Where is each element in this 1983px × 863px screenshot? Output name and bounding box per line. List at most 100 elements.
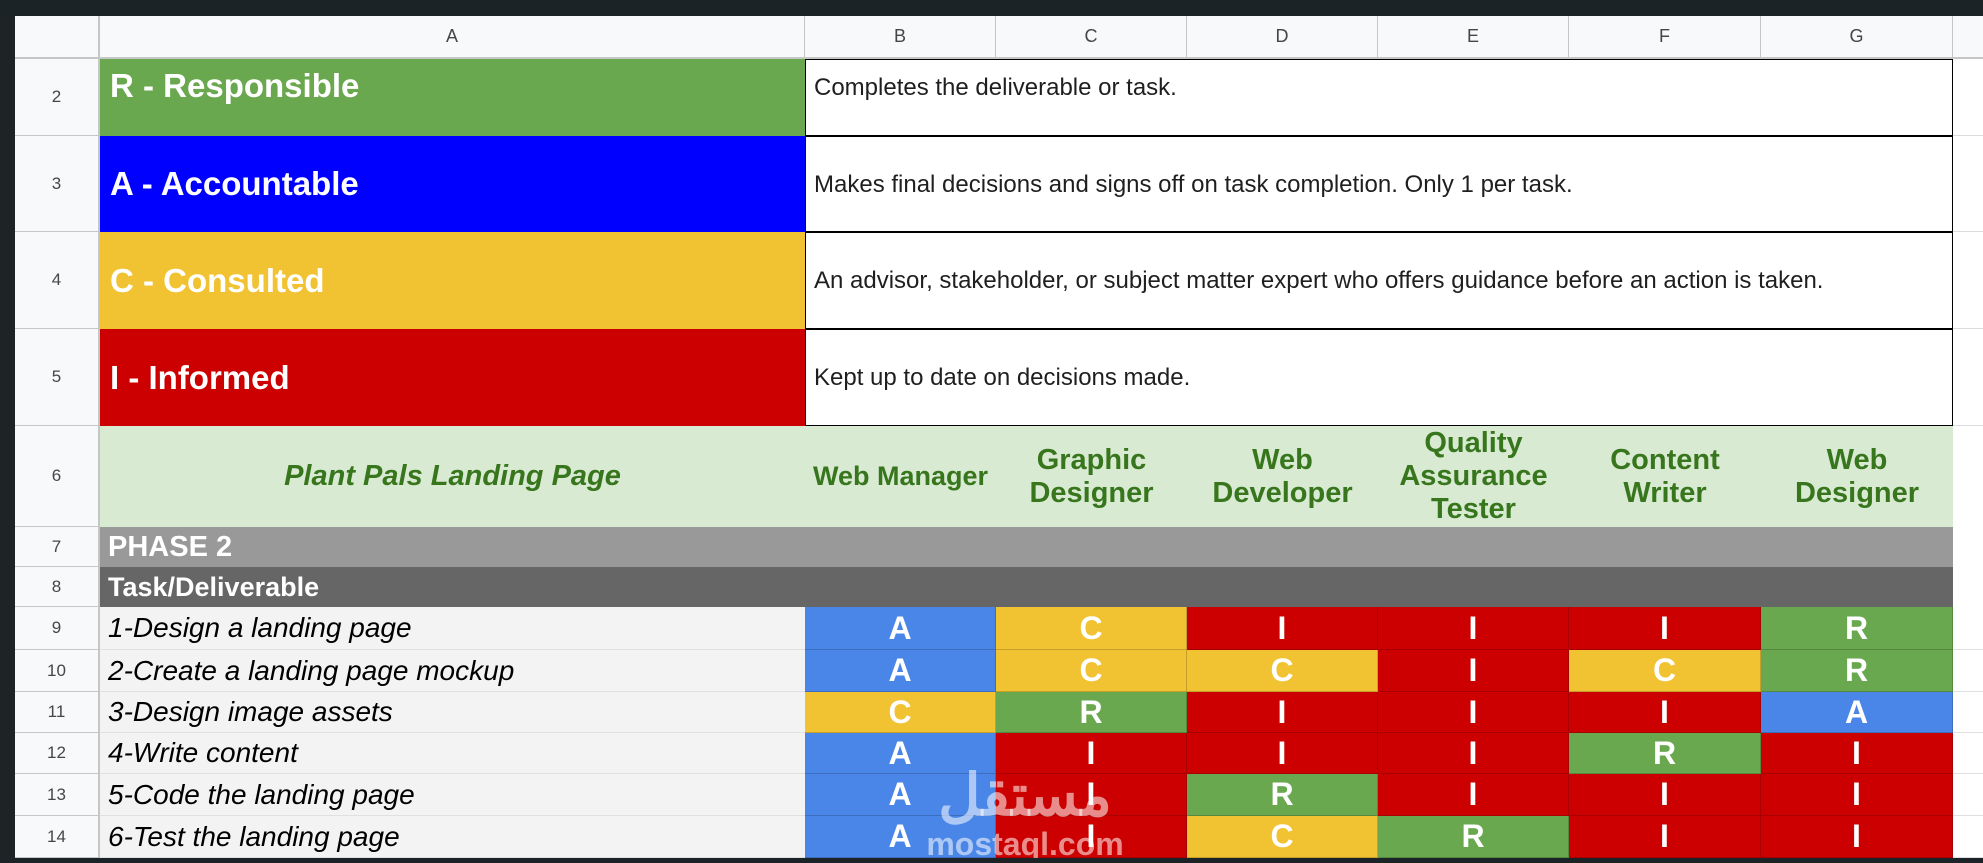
raci-cell-qa-tester[interactable]: R bbox=[1378, 816, 1569, 858]
raci-cell-web-developer[interactable]: R bbox=[1187, 774, 1378, 816]
raci-cell-web-developer[interactable]: C bbox=[1187, 816, 1378, 858]
row-header-11[interactable]: 11 bbox=[15, 692, 100, 733]
header-web-developer[interactable]: Web Developer bbox=[1187, 426, 1378, 527]
overflow-cell bbox=[1953, 692, 1983, 733]
raci-cell-web-manager[interactable]: A bbox=[805, 607, 996, 650]
phase-label[interactable]: PHASE 2 bbox=[100, 527, 1953, 567]
raci-cell-graphic-designer[interactable]: C bbox=[996, 607, 1187, 650]
overflow-cell bbox=[1953, 774, 1983, 816]
raci-cell-web-developer[interactable]: I bbox=[1187, 692, 1378, 733]
task-name[interactable]: 4-Write content bbox=[100, 733, 805, 774]
raci-cell-graphic-designer[interactable]: I bbox=[996, 733, 1187, 774]
row-header-5[interactable]: 5 bbox=[15, 329, 100, 426]
header-content-writer[interactable]: Content Writer bbox=[1569, 426, 1761, 527]
raci-cell-content-writer[interactable]: I bbox=[1569, 692, 1761, 733]
raci-cell-content-writer[interactable]: I bbox=[1569, 816, 1761, 858]
task-name[interactable]: 3-Design image assets bbox=[100, 692, 805, 733]
raci-cell-graphic-designer[interactable]: R bbox=[996, 692, 1187, 733]
role-accountable-description[interactable]: Makes final decisions and signs off on t… bbox=[805, 136, 1953, 232]
raci-cell-content-writer[interactable]: I bbox=[1569, 774, 1761, 816]
raci-cell-web-designer[interactable]: I bbox=[1761, 774, 1953, 816]
column-header-d[interactable]: D bbox=[1187, 16, 1378, 59]
table-row: 3-Design image assets C R I I I A bbox=[100, 692, 1983, 733]
column-header-a[interactable]: A bbox=[100, 16, 805, 59]
task-name[interactable]: 5-Code the landing page bbox=[100, 774, 805, 816]
row-headers: 2 3 4 5 6 7 8 9 10 11 12 13 14 bbox=[15, 59, 100, 858]
raci-cell-web-designer[interactable]: R bbox=[1761, 607, 1953, 650]
raci-cell-graphic-designer[interactable]: I bbox=[996, 816, 1187, 858]
select-all-corner[interactable] bbox=[15, 16, 100, 59]
project-title[interactable]: Plant Pals Landing Page bbox=[100, 426, 805, 527]
column-header-g[interactable]: G bbox=[1761, 16, 1953, 59]
raci-cell-web-developer[interactable]: I bbox=[1187, 733, 1378, 774]
raci-cell-web-manager[interactable]: A bbox=[805, 650, 996, 692]
raci-cell-content-writer[interactable]: R bbox=[1569, 733, 1761, 774]
raci-cell-web-designer[interactable]: I bbox=[1761, 816, 1953, 858]
column-header-b[interactable]: B bbox=[805, 16, 996, 59]
column-header-e[interactable]: E bbox=[1378, 16, 1569, 59]
row-header-7[interactable]: 7 bbox=[15, 527, 100, 567]
task-name[interactable]: 1-Design a landing page bbox=[100, 607, 805, 650]
header-web-designer[interactable]: Web Designer bbox=[1761, 426, 1953, 527]
raci-cell-web-developer[interactable]: C bbox=[1187, 650, 1378, 692]
column-header-c[interactable]: C bbox=[996, 16, 1187, 59]
raci-cell-web-manager[interactable]: A bbox=[805, 774, 996, 816]
overflow-cell bbox=[1953, 650, 1983, 692]
table-row: 1-Design a landing page A C I I I R bbox=[100, 607, 1983, 650]
role-consulted-description[interactable]: An advisor, stakeholder, or subject matt… bbox=[805, 232, 1953, 329]
role-informed-description[interactable]: Kept up to date on decisions made. bbox=[805, 329, 1953, 426]
task-name[interactable]: 6-Test the landing page bbox=[100, 816, 805, 858]
row-header-6[interactable]: 6 bbox=[15, 426, 100, 527]
legend-row-consulted: C - Consulted An advisor, stakeholder, o… bbox=[100, 232, 1983, 329]
raci-cell-qa-tester[interactable]: I bbox=[1378, 692, 1569, 733]
row-header-12[interactable]: 12 bbox=[15, 733, 100, 774]
column-headers: A B C D E F G bbox=[100, 16, 1983, 59]
column-header-f[interactable]: F bbox=[1569, 16, 1761, 59]
header-qa-tester[interactable]: Quality Assurance Tester bbox=[1378, 426, 1569, 527]
role-informed[interactable]: I - Informed bbox=[100, 329, 805, 426]
phase-row: PHASE 2 bbox=[100, 527, 1983, 567]
overflow-cell bbox=[1953, 567, 1983, 607]
raci-cell-graphic-designer[interactable]: C bbox=[996, 650, 1187, 692]
spreadsheet-grid[interactable]: A B C D E F G 2 3 4 5 6 7 8 9 10 11 12 1… bbox=[15, 16, 1983, 858]
raci-cell-web-developer[interactable]: I bbox=[1187, 607, 1378, 650]
column-header-overflow bbox=[1953, 16, 1983, 59]
row-header-8[interactable]: 8 bbox=[15, 567, 100, 607]
raci-cell-web-designer[interactable]: R bbox=[1761, 650, 1953, 692]
row-header-4[interactable]: 4 bbox=[15, 232, 100, 329]
raci-cell-web-manager[interactable]: C bbox=[805, 692, 996, 733]
overflow-cell bbox=[1953, 607, 1983, 650]
raci-cell-web-manager[interactable]: A bbox=[805, 733, 996, 774]
row-header-14[interactable]: 14 bbox=[15, 816, 100, 858]
row-header-2[interactable]: 2 bbox=[15, 59, 100, 136]
legend-row-responsible: R - Responsible Completes the deliverabl… bbox=[100, 59, 1983, 136]
raci-cell-qa-tester[interactable]: I bbox=[1378, 650, 1569, 692]
role-accountable[interactable]: A - Accountable bbox=[100, 136, 805, 232]
cell-grid: R - Responsible Completes the deliverabl… bbox=[100, 59, 1983, 858]
raci-cell-qa-tester[interactable]: I bbox=[1378, 774, 1569, 816]
raci-cell-content-writer[interactable]: C bbox=[1569, 650, 1761, 692]
task-deliverable-header[interactable]: Task/Deliverable bbox=[100, 567, 1953, 607]
row-header-13[interactable]: 13 bbox=[15, 774, 100, 816]
overflow-cell bbox=[1953, 136, 1983, 232]
raci-cell-web-designer[interactable]: A bbox=[1761, 692, 1953, 733]
header-graphic-designer[interactable]: Graphic Designer bbox=[996, 426, 1187, 527]
overflow-cell bbox=[1953, 733, 1983, 774]
row-header-3[interactable]: 3 bbox=[15, 136, 100, 232]
raci-cell-web-designer[interactable]: I bbox=[1761, 733, 1953, 774]
raci-cell-qa-tester[interactable]: I bbox=[1378, 607, 1569, 650]
row-header-10[interactable]: 10 bbox=[15, 650, 100, 692]
row-header-9[interactable]: 9 bbox=[15, 607, 100, 650]
table-row: 6-Test the landing page A I C R I I bbox=[100, 816, 1983, 858]
raci-cell-qa-tester[interactable]: I bbox=[1378, 733, 1569, 774]
role-responsible[interactable]: R - Responsible bbox=[100, 59, 805, 136]
role-consulted[interactable]: C - Consulted bbox=[100, 232, 805, 329]
overflow-cell bbox=[1953, 232, 1983, 329]
raci-cell-graphic-designer[interactable]: I bbox=[996, 774, 1187, 816]
matrix-header-row: Plant Pals Landing Page Web Manager Grap… bbox=[100, 426, 1983, 527]
task-name[interactable]: 2-Create a landing page mockup bbox=[100, 650, 805, 692]
header-web-manager[interactable]: Web Manager bbox=[805, 426, 996, 527]
role-responsible-description[interactable]: Completes the deliverable or task. bbox=[805, 59, 1953, 136]
raci-cell-content-writer[interactable]: I bbox=[1569, 607, 1761, 650]
raci-cell-web-manager[interactable]: A bbox=[805, 816, 996, 858]
